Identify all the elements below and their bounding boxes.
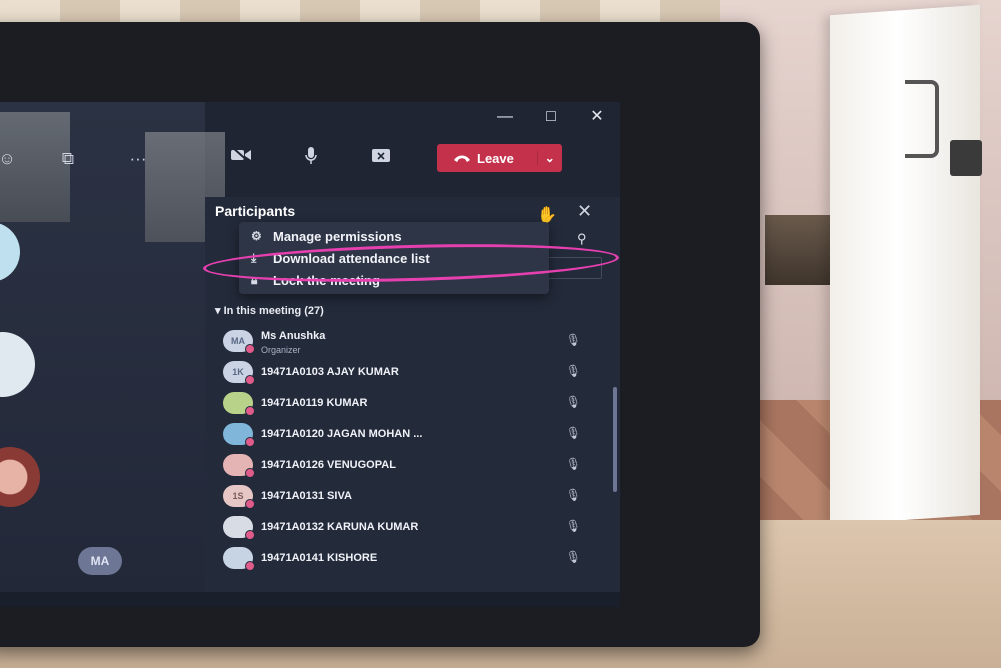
participants-pane: Participants ✋ ✕ ⚲ ⚙ Manage permissions … xyxy=(202,197,620,607)
avatar: 1S xyxy=(223,484,255,509)
participant-row[interactable]: 1S 19471A0131 SIVA 🎙︎ xyxy=(223,480,603,511)
laptop-screen: MA — □ ✕ ☺ ⧉ ··· Leave ⌄ Participants ✋ … xyxy=(0,102,620,607)
pane-title: Participants xyxy=(215,203,296,219)
avatar: 1K xyxy=(223,360,255,385)
participant-name: 19471A0120 JAGAN MOHAN ... xyxy=(261,427,423,440)
microphone-icon[interactable]: 🎙︎ xyxy=(566,333,581,347)
self-avatar: MA xyxy=(78,547,122,575)
gear-icon: ⚙ xyxy=(251,229,262,243)
participant-row[interactable]: 1K 19471A0103 AJAY KUMAR 🎙︎ xyxy=(223,356,603,387)
leave-label: Leave xyxy=(477,150,514,166)
avatar xyxy=(223,453,255,478)
phone-hangup-icon xyxy=(454,155,470,162)
participant-name: 19471A0119 KUMAR xyxy=(261,396,368,409)
window-controls: — □ ✕ xyxy=(482,102,620,132)
pane-scrollbar[interactable] xyxy=(613,387,617,492)
chevron-down-icon[interactable]: ⌄ xyxy=(536,151,562,165)
participant-row[interactable]: 19471A0132 KARUNA KUMAR 🎙︎ xyxy=(223,511,603,542)
mic-muted-icon[interactable]: 🎙︎ xyxy=(566,550,581,564)
section-header[interactable]: ▾ In this meeting (27) xyxy=(215,304,324,317)
mic-muted-icon[interactable]: 🎙︎ xyxy=(566,364,581,378)
participant-row[interactable]: 19471A0126 VENUGOPAL 🎙︎ xyxy=(223,449,603,480)
participant-name: 19471A0132 KARUNA KUMAR xyxy=(261,520,419,533)
os-taskbar xyxy=(0,592,620,607)
participant-row[interactable]: MA Ms Anushka Organizer 🎙︎ xyxy=(223,325,603,356)
camera-off-icon[interactable] xyxy=(228,146,254,172)
mic-muted-icon[interactable]: 🎙︎ xyxy=(566,426,581,440)
avatar: MA xyxy=(223,329,255,354)
microphone-icon[interactable] xyxy=(298,146,324,172)
close-pane-button[interactable]: ✕ xyxy=(577,201,592,222)
door-lock xyxy=(950,140,982,176)
avatar xyxy=(223,422,255,447)
section-label: In this meeting (27) xyxy=(223,305,324,317)
menu-item-manage-permissions[interactable]: ⚙ Manage permissions xyxy=(251,226,402,246)
avatar xyxy=(223,391,255,416)
door-handle xyxy=(905,80,939,158)
mic-muted-icon[interactable]: 🎙︎ xyxy=(566,457,581,471)
avatar xyxy=(223,546,255,571)
mic-muted-icon[interactable]: 🎙︎ xyxy=(566,519,581,533)
minimize-button[interactable]: — xyxy=(482,102,528,132)
laptop-bezel: MA — □ ✕ ☺ ⧉ ··· Leave ⌄ Participants ✋ … xyxy=(0,22,760,647)
maximize-button[interactable]: □ xyxy=(528,102,574,132)
more-actions-button[interactable]: ··· xyxy=(125,146,151,172)
participant-name: 19471A0131 SIVA xyxy=(261,489,352,502)
reactions-icon[interactable]: ☺ xyxy=(0,146,20,172)
participant-avatar-tile xyxy=(0,447,40,507)
participant-row[interactable]: 19471A0120 JAGAN MOHAN ... 🎙︎ xyxy=(223,418,603,449)
participant-avatar-tile xyxy=(0,222,20,282)
leave-button[interactable]: Leave ⌄ xyxy=(437,144,562,172)
avatar xyxy=(223,515,255,540)
rooms-icon[interactable]: ⧉ xyxy=(55,146,81,172)
participant-name: 19471A0141 KISHORE xyxy=(261,551,378,564)
search-icon[interactable]: ⚲ xyxy=(577,231,587,247)
share-screen-icon[interactable] xyxy=(368,146,394,172)
mic-muted-icon[interactable]: 🎙︎ xyxy=(566,395,581,409)
meeting-toolbar: ☺ ⧉ ··· Leave ⌄ xyxy=(0,142,620,176)
participant-name: 19471A0103 AJAY KUMAR xyxy=(261,365,399,378)
participant-name: 19471A0126 VENUGOPAL xyxy=(261,458,396,471)
participant-row[interactable]: 19471A0141 KISHORE 🎙︎ xyxy=(223,542,603,573)
mic-muted-icon[interactable]: 🎙︎ xyxy=(566,488,581,502)
participant-list: MA Ms Anushka Organizer 🎙︎ 1K 19471A0103 … xyxy=(223,325,603,573)
menu-item-label: Manage permissions xyxy=(273,228,402,244)
participant-role: Organizer xyxy=(261,345,301,355)
video-grid: MA xyxy=(0,102,225,607)
close-window-button[interactable]: ✕ xyxy=(574,102,620,132)
participant-row[interactable]: 19471A0119 KUMAR 🎙︎ xyxy=(223,387,603,418)
participant-avatar-tile xyxy=(0,332,35,397)
participant-name: Ms Anushka xyxy=(261,330,326,342)
